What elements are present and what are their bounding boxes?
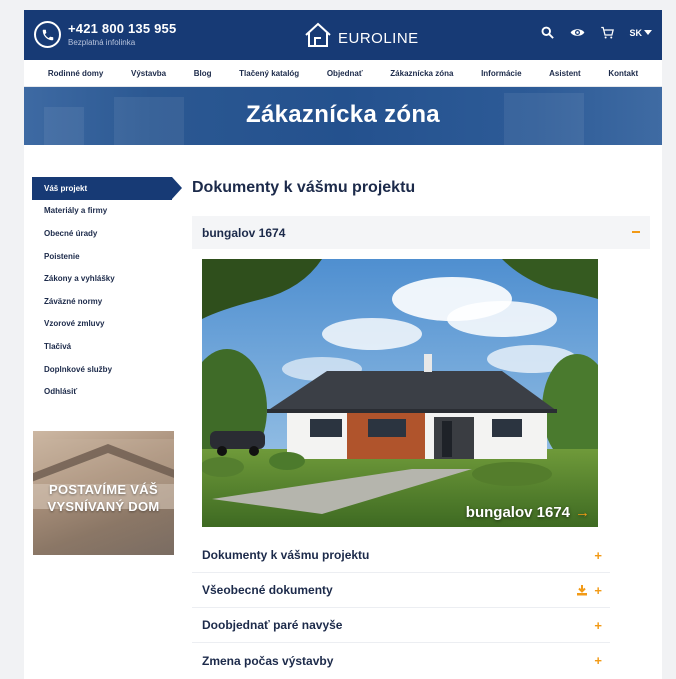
download-icon[interactable] — [576, 584, 588, 596]
phone-subtitle: Bezplatná infolinka — [68, 38, 136, 47]
arrow-right-icon: → — [575, 504, 590, 521]
nav-item-informacie[interactable]: Informácie — [481, 69, 521, 78]
main-nav: Rodinné domy Výstavba Blog Tlačený katal… — [24, 60, 662, 87]
sidebar-item-materialy-a-firmy[interactable]: Materiály a firmy — [32, 200, 174, 223]
accordion-open-label: bungalov 1674 — [202, 225, 286, 240]
sidebar-item-zakony-a-vyhlasky[interactable]: Zákony a vyhlášky — [32, 267, 174, 290]
nav-item-tlaceny-katalog[interactable]: Tlačený katalóg — [239, 69, 299, 78]
sidebar-item-odhlasit[interactable]: Odhlásiť — [32, 380, 174, 403]
promo-banner[interactable]: POSTAVÍME VÁŠ VYSNÍVANÝ DOM — [33, 431, 174, 555]
expand-icon[interactable]: + — [594, 618, 602, 633]
accordion-label: Doobjednať paré navyše — [202, 618, 343, 632]
chevron-down-icon — [644, 30, 652, 35]
house-render-image — [202, 259, 598, 527]
accordion-zmena-pocas-vystavby[interactable]: Zmena počas výstavby + — [192, 643, 610, 678]
nav-item-rodinne-domy[interactable]: Rodinné domy — [48, 69, 104, 78]
sidebar-item-zavazne-normy[interactable]: Záväzné normy — [32, 290, 174, 313]
nav-item-objednat[interactable]: Objednať — [327, 69, 363, 78]
language-switch[interactable]: SK — [629, 28, 652, 38]
eye-icon[interactable] — [569, 25, 586, 40]
sidebar-item-tlaciva[interactable]: Tlačivá — [32, 335, 174, 358]
accordion-label: Všeobecné dokumenty — [202, 583, 333, 597]
expand-icon[interactable]: + — [594, 583, 602, 598]
logo[interactable]: EUROLINE — [304, 22, 419, 48]
accordion-dokumenty-projektu[interactable]: Dokumenty k vášmu projektu + — [192, 538, 610, 573]
nav-item-asistent[interactable]: Asistent — [549, 69, 581, 78]
sidebar-item-poistenie[interactable]: Poistenie — [32, 245, 174, 268]
sidebar: Váš projekt Materiály a firmy Obecné úra… — [32, 177, 182, 403]
expand-icon[interactable]: + — [594, 548, 602, 563]
photo-caption[interactable]: bungalov 1674 → — [466, 504, 590, 521]
nav-item-zakaznicka-zona[interactable]: Zákaznícka zóna — [390, 69, 453, 78]
project-photo[interactable]: bungalov 1674 → — [202, 259, 598, 527]
sidebar-item-obecne-urady[interactable]: Obecné úrady — [32, 222, 174, 245]
nav-item-blog[interactable]: Blog — [194, 69, 212, 78]
house-logo-icon — [305, 22, 331, 47]
phone-number[interactable]: +421 800 135 955 — [68, 21, 176, 36]
search-icon[interactable] — [540, 25, 555, 40]
top-icons: SK — [540, 25, 652, 40]
nav-item-vystavba[interactable]: Výstavba — [131, 69, 166, 78]
logo-text: EUROLINE — [338, 29, 419, 47]
expand-icon[interactable]: + — [594, 653, 602, 668]
page-title: Zákaznícka zóna — [246, 101, 440, 128]
accordion-doobjednat-pare[interactable]: Doobjednať paré navyše + — [192, 608, 610, 643]
accordion-label: Dokumenty k vášmu projektu — [202, 548, 370, 562]
cart-icon[interactable] — [600, 25, 615, 40]
accordion-label: Zmena počas výstavby — [202, 653, 334, 668]
collapse-icon[interactable] — [632, 231, 640, 233]
sidebar-item-vas-projekt[interactable]: Váš projekt — [32, 177, 182, 200]
promo-line-2: VYSNÍVANÝ DOM — [47, 499, 160, 514]
top-bar: +421 800 135 955 Bezplatná infolinka EUR… — [24, 10, 662, 60]
accordion-open-bungalov[interactable]: bungalov 1674 — [192, 216, 650, 249]
photo-caption-label: bungalov 1674 — [465, 504, 570, 521]
promo-line-1: POSTAVÍME VÁŠ — [49, 482, 158, 497]
sidebar-item-doplnkove-sluzby[interactable]: Doplnkové služby — [32, 358, 174, 381]
phone-icon[interactable] — [34, 21, 61, 48]
hero-banner: Zákaznícka zóna — [24, 87, 662, 145]
language-label: SK — [629, 27, 642, 38]
sidebar-item-vzorove-zmluvy[interactable]: Vzorové zmluvy — [32, 313, 174, 336]
section-title: Dokumenty k vášmu projektu — [192, 179, 416, 196]
nav-item-kontakt[interactable]: Kontakt — [608, 69, 638, 78]
accordion-vseobecne-dokumenty[interactable]: Všeobecné dokumenty + — [192, 573, 610, 608]
promo-text: POSTAVÍME VÁŠ VYSNÍVANÝ DOM — [33, 481, 174, 515]
